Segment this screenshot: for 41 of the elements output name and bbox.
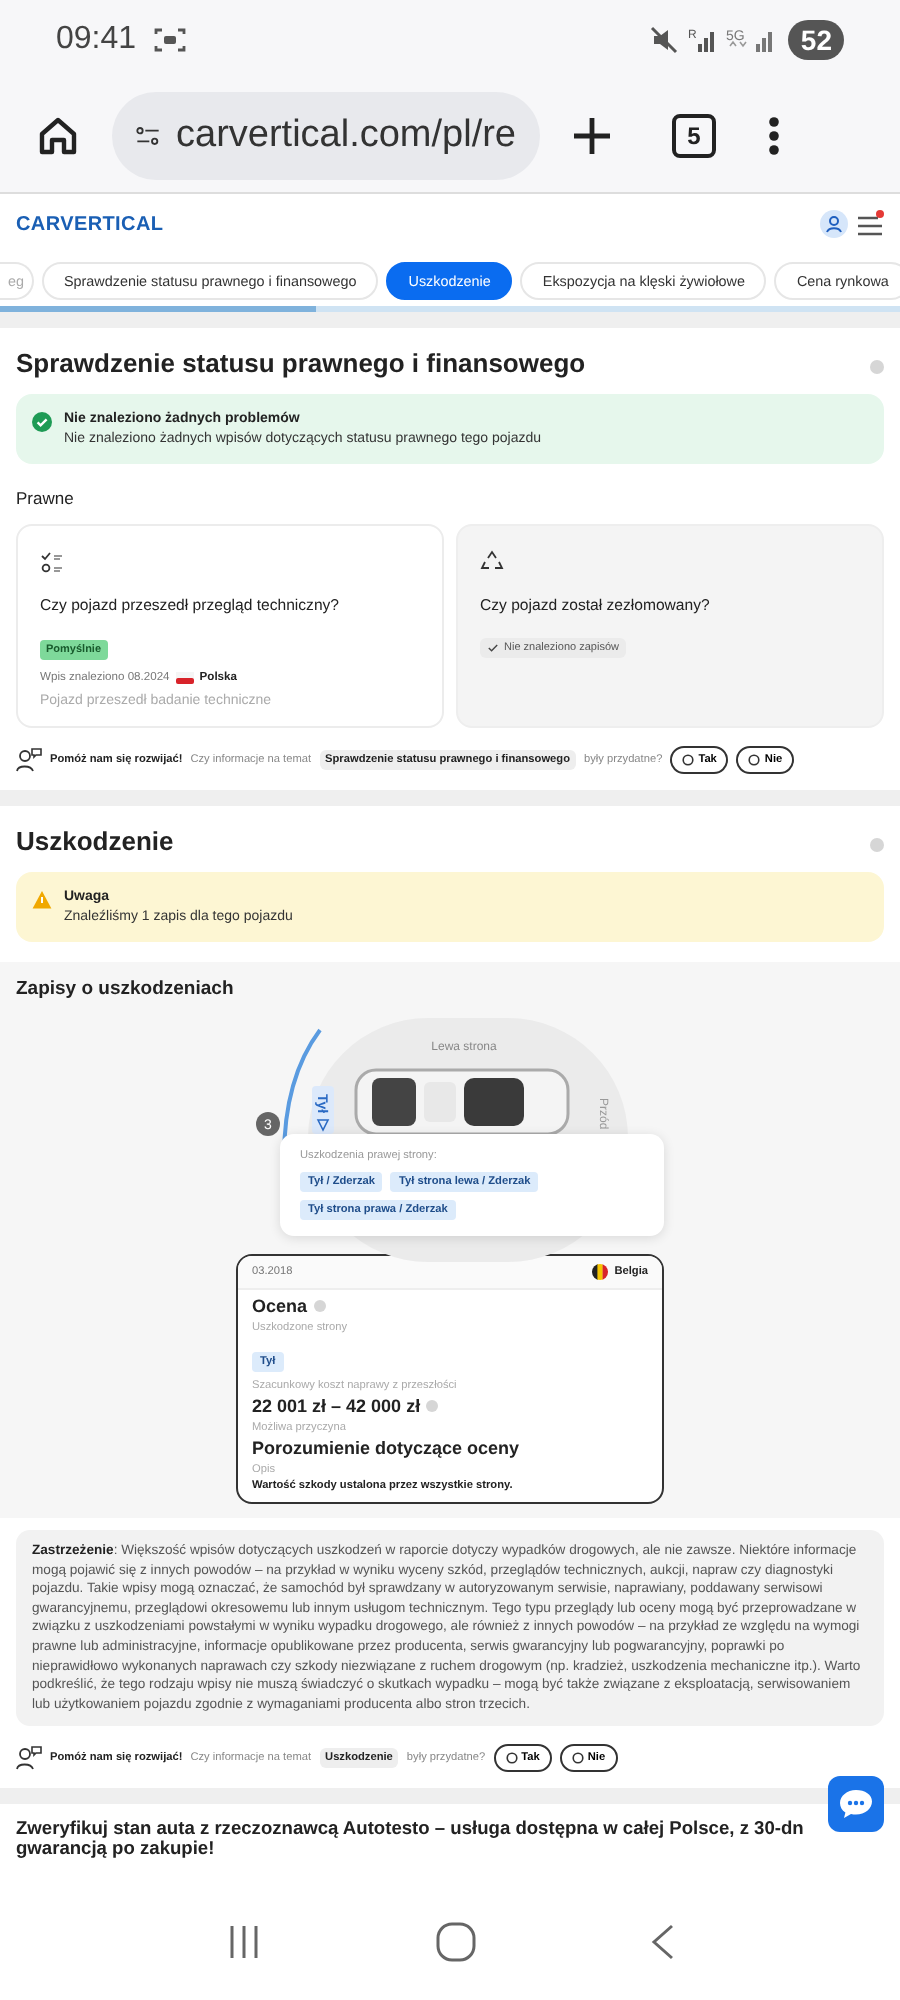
screenshot-icon: [154, 26, 187, 54]
status-time: 09:41: [56, 22, 137, 58]
menu-icon[interactable]: [856, 210, 884, 238]
feedback-person-icon: [16, 1746, 42, 1771]
feedback-person-icon: [16, 748, 42, 772]
check-circle-icon: [32, 412, 52, 432]
more-menu-icon[interactable]: [768, 116, 780, 156]
address-bar[interactable]: carvertical.com/pl/re: [112, 92, 540, 180]
chat-button[interactable]: [828, 1776, 884, 1833]
chat-icon: [838, 1788, 874, 1821]
section-title: Uszkodzenie: [16, 826, 174, 856]
recent-apps-icon[interactable]: [226, 1924, 263, 1961]
check-icon: [488, 644, 498, 652]
damage-cause: Porozumienie dotyczące oceny: [252, 1438, 522, 1458]
back-icon[interactable]: [649, 1924, 674, 1961]
home-button-icon[interactable]: [435, 1922, 476, 1963]
tab-count-button[interactable]: 5: [672, 114, 716, 158]
new-tab-icon[interactable]: [572, 116, 612, 156]
promo-heading-line: gwarancją po zakupie!: [16, 1838, 217, 1859]
checklist-icon: [40, 550, 64, 574]
warning-icon: [32, 890, 52, 910]
belgium-flag-icon: [592, 1264, 609, 1280]
user-avatar-icon[interactable]: [820, 210, 848, 238]
mute-icon: [650, 26, 679, 54]
chat-bubble-icon: [748, 754, 761, 766]
group-label: Prawne: [16, 488, 76, 508]
records-title: Zapisy o uszkodzeniach: [16, 978, 236, 1000]
carvertical-logo[interactable]: CARVERTICAL: [16, 213, 164, 235]
home-icon[interactable]: [36, 114, 80, 158]
chat-bubble-icon: [505, 1752, 518, 1765]
recycle-icon: [480, 550, 504, 574]
site-settings-icon[interactable]: [136, 122, 160, 150]
chat-bubble-icon: [682, 754, 695, 766]
chat-bubble-icon: [571, 1752, 584, 1765]
battery-level: 52: [788, 20, 844, 60]
promo-heading-line: Zweryfikuj stan auta z rzeczoznawcą Autotesto – usługa dostępna w całej Polsce, z 30-dn: [16, 1818, 806, 1839]
record-type: Ocena: [252, 1296, 308, 1316]
url-text: carvertical.com/pl/re: [176, 114, 516, 158]
poland-flag-icon: [175, 672, 194, 684]
section-title: Sprawdzenie statusu prawnego i finansowego: [16, 348, 586, 378]
repair-cost: 22 001 zł – 42 000 zł: [252, 1396, 421, 1416]
